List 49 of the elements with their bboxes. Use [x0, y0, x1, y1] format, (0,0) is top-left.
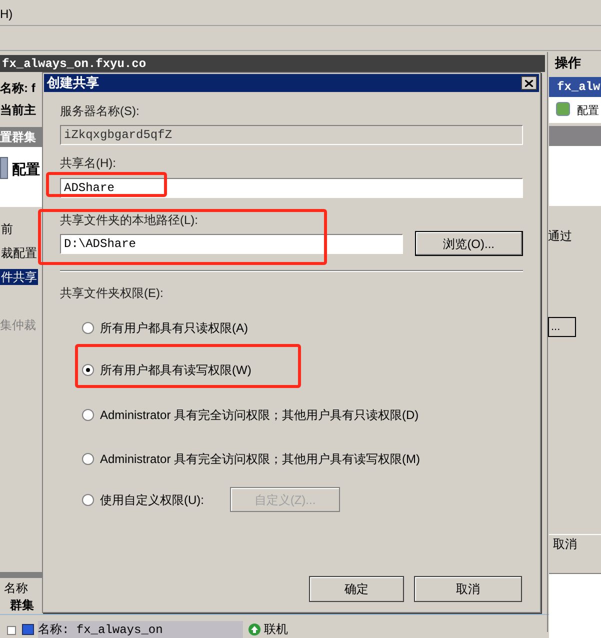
column-header: 名称: [4, 581, 28, 595]
field-label: 共享文件夹的本地路径(L):: [60, 212, 198, 228]
quorum-label: 集仲裁: [0, 318, 36, 332]
field-label: 服务器名称(S):: [60, 103, 140, 119]
actions-header-label: fx_alw: [557, 80, 600, 94]
radio-button[interactable]: [82, 408, 94, 420]
pane-title: fx_always_on.fxyu.co: [2, 56, 146, 70]
section-label: 共享文件夹权限(E):: [60, 285, 164, 301]
computer-icon: [22, 624, 34, 635]
option-label[interactable]: Administrator 具有完全访问权限；其他用户具有读写权限(M): [100, 452, 420, 466]
option-label[interactable]: 使用自定义权限(U):: [100, 492, 204, 506]
cancel-text[interactable]: 取消: [553, 537, 577, 551]
config-icon[interactable]: [556, 102, 570, 116]
browse-button[interactable]: 浏览(O)...: [414, 231, 523, 256]
tree-item[interactable]: 名称: fx_always_on: [38, 621, 243, 638]
menu-item[interactable]: H): [0, 7, 13, 21]
actions-title: 操作: [555, 56, 581, 70]
tree-item-label: 名称: fx_always_on: [38, 622, 163, 636]
cancel-button[interactable]: 取消: [414, 576, 522, 602]
radio-button[interactable]: [82, 452, 94, 464]
option-label[interactable]: 所有用户都具有只读权限(A): [100, 320, 248, 334]
host-label: 当前主: [0, 103, 36, 117]
pass-text: 通过: [548, 229, 572, 243]
option-label[interactable]: 所有用户都具有读写权限(W): [100, 362, 252, 376]
radio-button[interactable]: [82, 322, 94, 334]
collapse-icon[interactable]: [7, 626, 16, 635]
config-title: 配置: [12, 160, 40, 178]
share-name-field[interactable]: ADShare: [60, 178, 523, 198]
document-icon: [0, 157, 8, 179]
radio-button[interactable]: [82, 494, 94, 506]
server-name-field[interactable]: iZkqxgbgard5qfZ: [60, 125, 523, 145]
close-icon: [525, 80, 533, 86]
browse-button[interactable]: ...: [548, 317, 576, 337]
nav-item[interactable]: 裁配置: [0, 245, 38, 261]
nav-item[interactable]: 件共享: [0, 269, 38, 285]
radio-button[interactable]: [82, 364, 94, 376]
ok-button[interactable]: 确定: [309, 576, 404, 602]
dialog-title: 创建共享: [47, 76, 99, 90]
online-icon: [248, 623, 261, 636]
action-item[interactable]: 配置: [577, 104, 599, 118]
status-text: 联机: [264, 622, 288, 636]
group-label: 群集: [10, 598, 34, 612]
field-label: 共享名(H):: [60, 155, 116, 171]
path-field[interactable]: D:\ADShare: [60, 234, 403, 254]
option-label[interactable]: Administrator 具有完全访问权限；其他用户具有只读权限(D): [100, 408, 419, 422]
name-label: 名称: f: [0, 81, 36, 95]
close-button[interactable]: [521, 76, 537, 90]
section-title: 置群集: [0, 130, 36, 144]
nav-item[interactable]: 前: [0, 221, 14, 237]
